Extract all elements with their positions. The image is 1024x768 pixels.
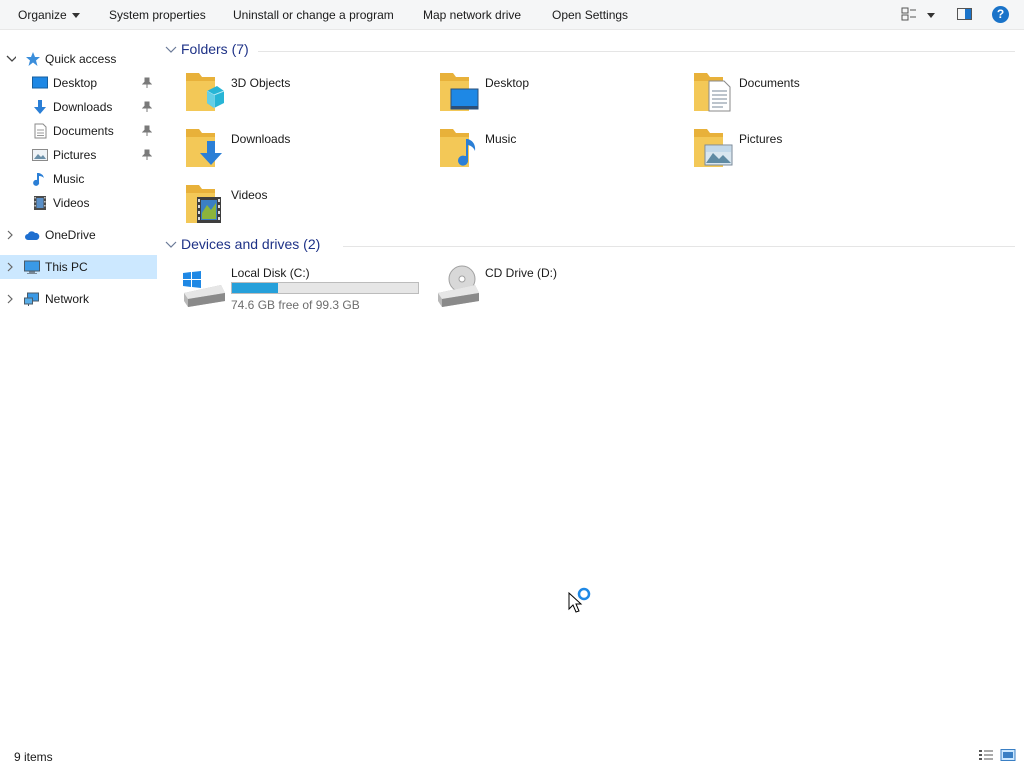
- pin-icon[interactable]: [142, 77, 152, 89]
- command-bar: Organize System properties Uninstall or …: [0, 0, 1024, 30]
- folder-3d-objects[interactable]: 3D Objects: [185, 71, 435, 121]
- nav-onedrive[interactable]: OneDrive: [0, 223, 157, 247]
- picture-icon: [32, 149, 48, 161]
- change-view-button[interactable]: [900, 5, 938, 28]
- organize-label: Organize: [18, 8, 67, 22]
- drive-free-space: 74.6 GB free of 99.3 GB: [231, 298, 360, 312]
- drive-local-disk-c[interactable]: Local Disk (C:) 74.6 GB free of 99.3 GB: [181, 263, 431, 313]
- nav-label: This PC: [45, 260, 88, 274]
- nav-network[interactable]: Network: [0, 287, 157, 311]
- drive-label: CD Drive (D:): [485, 266, 557, 280]
- content-pane: Folders (7) 3D Objects Desktop Documents…: [157, 30, 1024, 740]
- devices-group-title: Devices and drives (2): [181, 236, 321, 252]
- folder-label: Documents: [739, 76, 800, 90]
- group-divider: [258, 51, 1015, 52]
- pictures-folder-icon: [694, 129, 733, 167]
- large-icons-view-icon[interactable]: [1000, 748, 1016, 762]
- windows-drive-icon: [183, 271, 225, 307]
- desktop-folder-icon: [440, 73, 479, 111]
- item-count: 9 items: [14, 750, 53, 764]
- desktop-icon: [32, 76, 48, 89]
- view-options-icon: [901, 7, 935, 21]
- status-bar: 9 items: [0, 740, 1024, 768]
- busy-cursor-icon: [568, 587, 591, 613]
- download-arrow-icon: [34, 100, 46, 114]
- chevron-right-icon[interactable]: [6, 293, 14, 305]
- open-settings-button[interactable]: Open Settings: [552, 8, 628, 22]
- folder-documents[interactable]: Documents: [693, 71, 943, 121]
- chevron-right-icon[interactable]: [6, 261, 14, 273]
- folder-label: Pictures: [739, 132, 783, 146]
- drive-cd-d[interactable]: CD Drive (D:): [435, 263, 685, 313]
- drive-label: Local Disk (C:): [231, 266, 310, 280]
- nav-this-pc[interactable]: This PC: [0, 255, 157, 279]
- nav-label: Network: [45, 292, 90, 306]
- chevron-down-icon[interactable]: [165, 240, 177, 250]
- music-note-icon: [33, 173, 44, 186]
- organize-button[interactable]: Organize: [18, 8, 80, 22]
- folder-label: Downloads: [231, 132, 291, 146]
- navigation-pane: Quick access Desktop Downloads Documents…: [0, 40, 157, 740]
- folder-music[interactable]: Music: [439, 127, 689, 177]
- chevron-right-icon[interactable]: [6, 229, 14, 241]
- film-icon: [34, 196, 46, 210]
- nav-quick-desktop[interactable]: Desktop: [0, 71, 157, 95]
- videos-folder-icon: [186, 185, 221, 223]
- group-divider: [343, 246, 1015, 247]
- nav-quick-videos[interactable]: Videos: [0, 191, 157, 215]
- folder-videos[interactable]: Videos: [185, 183, 435, 233]
- folder-label: Music: [485, 132, 517, 146]
- chevron-down-icon: [71, 13, 80, 19]
- folder-downloads[interactable]: Downloads: [185, 127, 435, 177]
- document-icon: [34, 123, 47, 139]
- folders-group-title: Folders (7): [181, 41, 249, 57]
- help-icon: ?: [992, 6, 1009, 23]
- preview-pane-icon: [957, 8, 972, 20]
- devices-group-header[interactable]: Devices and drives (2): [165, 236, 1015, 256]
- nav-quick-pictures[interactable]: Pictures: [0, 143, 157, 167]
- documents-folder-icon: [694, 73, 731, 112]
- downloads-folder-icon: [186, 129, 222, 167]
- nav-label: Quick access: [45, 52, 117, 66]
- pin-icon[interactable]: [142, 125, 152, 137]
- nav-label: Documents: [53, 124, 114, 138]
- nav-label: Desktop: [53, 76, 98, 90]
- folder-label: 3D Objects: [231, 76, 291, 90]
- folder-label: Desktop: [485, 76, 530, 90]
- nav-label: OneDrive: [45, 228, 96, 242]
- drive-usage-fill: [232, 283, 279, 293]
- nav-label: Pictures: [53, 148, 97, 162]
- folder-desktop[interactable]: Desktop: [439, 71, 689, 121]
- pin-icon[interactable]: [142, 101, 152, 113]
- folder-pictures[interactable]: Pictures: [693, 127, 943, 177]
- map-network-drive-button[interactable]: Map network drive: [423, 8, 521, 22]
- help-button[interactable]: ?: [992, 6, 1009, 23]
- nav-quick-music[interactable]: Music: [0, 167, 157, 191]
- folders-group-header[interactable]: Folders (7): [165, 41, 1015, 61]
- nav-quick-access[interactable]: Quick access: [0, 47, 157, 71]
- computer-icon: [24, 260, 40, 274]
- music-folder-icon: [440, 129, 476, 167]
- system-properties-button[interactable]: System properties: [109, 8, 206, 22]
- chevron-down-icon[interactable]: [165, 45, 177, 55]
- nav-quick-documents[interactable]: Documents: [0, 119, 157, 143]
- nav-label: Videos: [53, 196, 90, 210]
- uninstall-program-button[interactable]: Uninstall or change a program: [233, 8, 394, 22]
- cd-drive-icon: [438, 265, 479, 307]
- folder-label: Videos: [231, 188, 268, 202]
- preview-pane-button[interactable]: [956, 5, 974, 26]
- nav-label: Downloads: [53, 100, 113, 114]
- nav-quick-downloads[interactable]: Downloads: [0, 95, 157, 119]
- nav-label: Music: [53, 172, 85, 186]
- pin-icon[interactable]: [142, 149, 152, 161]
- network-icon: [24, 292, 39, 306]
- details-view-icon[interactable]: [978, 748, 994, 762]
- 3d-objects-folder-icon: [186, 73, 225, 111]
- chevron-down-icon[interactable]: [6, 53, 16, 65]
- star-icon: [26, 52, 40, 66]
- cloud-icon: [25, 231, 40, 240]
- drive-usage-bar: [231, 282, 419, 294]
